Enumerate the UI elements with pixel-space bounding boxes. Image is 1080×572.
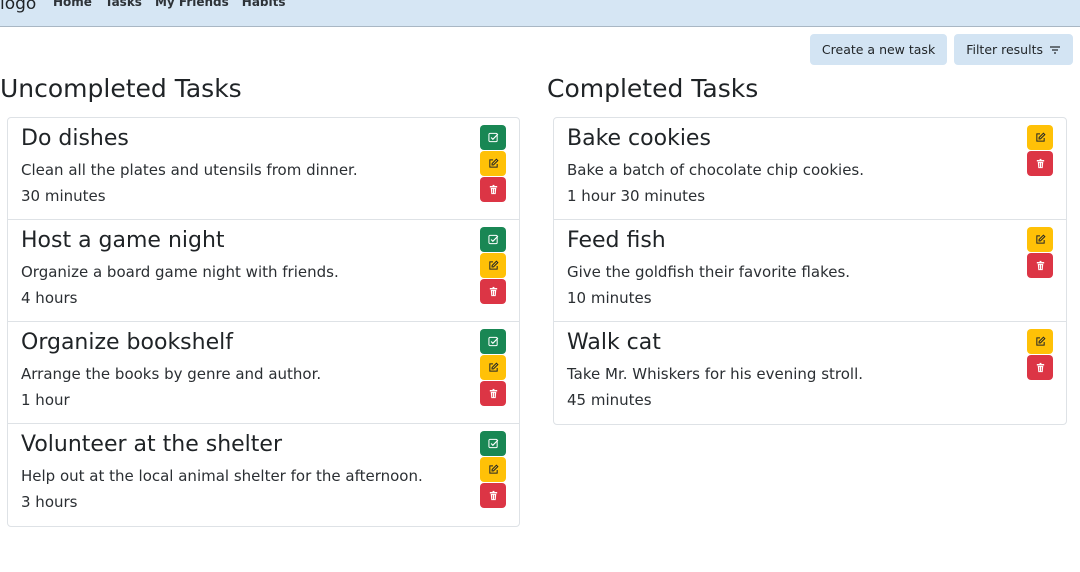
uncompleted-task-list: Do dishes Clean all the plates and utensi… (7, 117, 520, 527)
task-duration: 10 minutes (567, 289, 652, 307)
task-actions (480, 431, 506, 508)
edit-task-button[interactable] (480, 253, 506, 278)
edit-task-button[interactable] (480, 151, 506, 176)
task-description: Give the goldfish their favorite flakes. (567, 263, 851, 281)
task-duration: 1 hour (21, 391, 70, 409)
task-description: Bake a batch of chocolate chip cookies. (567, 161, 865, 179)
nav-link-tasks[interactable]: Tasks (105, 0, 142, 9)
task-title: Organize bookshelf (21, 330, 233, 355)
completed-task-list: Bake cookies Bake a batch of chocolate ch… (553, 117, 1067, 425)
check-square-icon (487, 336, 498, 347)
task-description: Arrange the books by genre and author. (21, 365, 322, 383)
task-description: Clean all the plates and utensils from d… (21, 161, 358, 179)
trash-icon (489, 184, 497, 195)
task-duration: 30 minutes (21, 187, 106, 205)
filter-results-button[interactable]: Filter results (954, 34, 1073, 65)
create-task-label: Create a new task (821, 42, 936, 57)
task-description: Organize a board game night with friends… (21, 263, 339, 281)
task-item: Volunteer at the shelter Help out at the … (8, 424, 519, 526)
trash-icon (489, 388, 497, 399)
task-duration: 1 hour 30 minutes (567, 187, 706, 205)
filter-icon (1050, 45, 1060, 54)
edit-icon (1035, 234, 1046, 244)
trash-icon (1036, 362, 1044, 373)
nav-links: Home Tasks My Friends Habits (53, 0, 286, 9)
mark-complete-button[interactable] (480, 125, 506, 150)
delete-task-button[interactable] (480, 279, 506, 304)
nav-link-my-friends[interactable]: My Friends (155, 0, 229, 9)
trash-icon (489, 286, 497, 297)
task-item: Do dishes Clean all the plates and utensi… (8, 118, 519, 220)
mark-complete-button[interactable] (480, 227, 506, 252)
delete-task-button[interactable] (1027, 253, 1053, 278)
delete-task-button[interactable] (480, 381, 506, 406)
task-item: Bake cookies Bake a batch of chocolate ch… (554, 118, 1066, 220)
edit-task-button[interactable] (480, 457, 506, 482)
check-square-icon (487, 132, 498, 143)
nav-link-habits[interactable]: Habits (242, 0, 286, 9)
task-actions (1027, 329, 1053, 380)
mark-complete-button[interactable] (480, 329, 506, 354)
trash-icon (1036, 158, 1044, 169)
toolbar: Create a new task Filter results (809, 34, 1073, 65)
task-item: Feed fish Give the goldfish their favorit… (554, 220, 1066, 322)
completed-heading: Completed Tasks (547, 74, 759, 103)
task-actions (480, 329, 506, 406)
uncompleted-heading: Uncompleted Tasks (0, 74, 242, 103)
task-title: Walk cat (567, 330, 661, 355)
edit-task-button[interactable] (1027, 329, 1053, 354)
nav-link-home[interactable]: Home (53, 0, 92, 9)
task-title: Volunteer at the shelter (21, 432, 282, 457)
edit-icon (1035, 132, 1046, 142)
edit-icon (488, 158, 499, 168)
edit-task-button[interactable] (1027, 125, 1053, 150)
delete-task-button[interactable] (480, 177, 506, 202)
filter-results-label: Filter results (966, 42, 1043, 57)
task-actions (1027, 125, 1053, 176)
delete-task-button[interactable] (1027, 151, 1053, 176)
task-title: Host a game night (21, 228, 225, 253)
delete-task-button[interactable] (1027, 355, 1053, 380)
check-square-icon (487, 234, 498, 245)
edit-icon (1035, 336, 1046, 346)
task-item: Host a game night Organize a board game n… (8, 220, 519, 322)
task-actions (480, 227, 506, 304)
task-description: Take Mr. Whiskers for his evening stroll… (567, 365, 864, 383)
task-duration: 3 hours (21, 493, 78, 511)
create-task-button[interactable]: Create a new task (809, 34, 948, 65)
task-actions (1027, 227, 1053, 278)
task-title: Feed fish (567, 228, 666, 253)
task-title: Bake cookies (567, 126, 711, 151)
edit-icon (488, 260, 499, 270)
trash-icon (1036, 260, 1044, 271)
edit-icon (488, 464, 499, 474)
task-duration: 45 minutes (567, 391, 652, 409)
check-square-icon (487, 438, 498, 449)
task-title: Do dishes (21, 126, 129, 151)
delete-task-button[interactable] (480, 483, 506, 508)
trash-icon (489, 490, 497, 501)
logo[interactable]: logo (0, 0, 36, 14)
edit-task-button[interactable] (1027, 227, 1053, 252)
task-actions (480, 125, 506, 202)
task-description: Help out at the local animal shelter for… (21, 467, 423, 485)
task-item: Organize bookshelf Arrange the books by g… (8, 322, 519, 424)
edit-task-button[interactable] (480, 355, 506, 380)
edit-icon (488, 362, 499, 372)
navbar: logo Home Tasks My Friends Habits (0, 0, 1080, 27)
task-item: Walk cat Take Mr. Whiskers for his evenin… (554, 322, 1066, 424)
mark-complete-button[interactable] (480, 431, 506, 456)
task-duration: 4 hours (21, 289, 78, 307)
